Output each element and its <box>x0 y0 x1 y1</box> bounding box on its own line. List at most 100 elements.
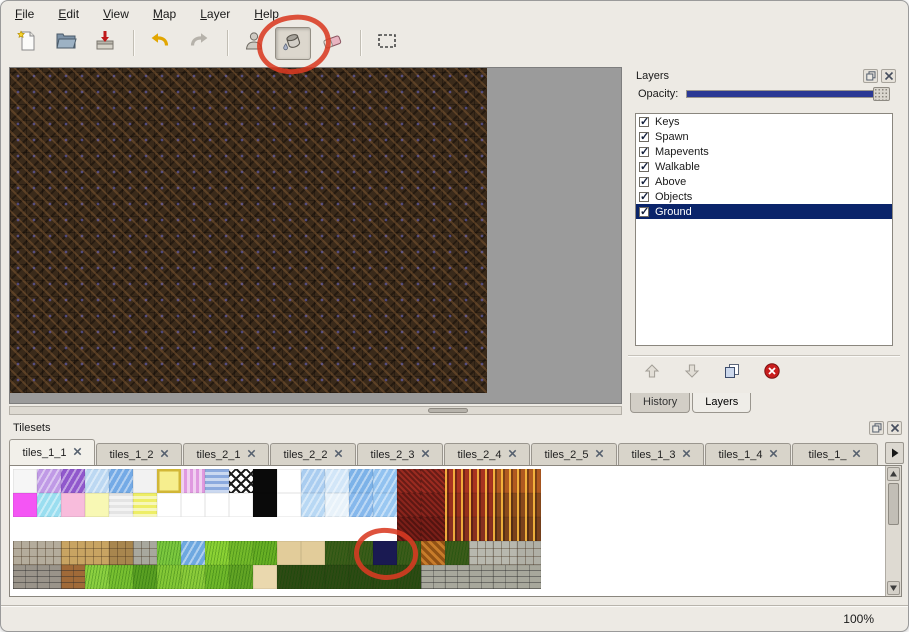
tileset-tab-tiles_2_5[interactable]: tiles_2_5 <box>531 443 617 465</box>
undo-button[interactable] <box>142 27 178 60</box>
tile-3-14[interactable] <box>349 541 373 565</box>
layer-row-objects[interactable]: Objects <box>636 189 892 204</box>
tab-close-icon[interactable] <box>852 449 861 461</box>
tile-0-6[interactable] <box>157 469 181 493</box>
tile-1-10[interactable] <box>253 493 277 517</box>
map-scrollbar-thumb[interactable] <box>428 408 468 413</box>
tile-4-12[interactable] <box>301 565 325 589</box>
tile-4-10[interactable] <box>253 565 277 589</box>
tile-3-2[interactable] <box>61 541 85 565</box>
layer-row-spawn[interactable]: Spawn <box>636 129 892 144</box>
tile-3-17[interactable] <box>421 541 445 565</box>
rect-select-tool-button[interactable] <box>369 27 405 60</box>
tile-1-15[interactable] <box>373 493 397 517</box>
tab-close-icon[interactable] <box>334 449 343 461</box>
map-content[interactable] <box>10 68 487 393</box>
tile-0-21[interactable] <box>517 469 541 493</box>
tile-1-0[interactable] <box>13 493 37 517</box>
tile-1-16[interactable] <box>397 493 421 517</box>
tile-3-1[interactable] <box>37 541 61 565</box>
tile-1-18[interactable] <box>445 493 469 517</box>
tile-1-12[interactable] <box>301 493 325 517</box>
tile-2-18[interactable] <box>445 517 469 541</box>
tile-3-12[interactable] <box>301 541 325 565</box>
tile-1-13[interactable] <box>325 493 349 517</box>
tile-1-1[interactable] <box>37 493 61 517</box>
tileset-tab-tiles_1_1[interactable]: tiles_1_1 <box>9 439 95 465</box>
close-panel-button[interactable] <box>887 421 902 435</box>
menu-map[interactable]: Map <box>153 7 176 21</box>
tile-0-13[interactable] <box>325 469 349 493</box>
tile-4-15[interactable] <box>373 565 397 589</box>
tile-3-8[interactable] <box>205 541 229 565</box>
tile-0-20[interactable] <box>493 469 517 493</box>
tile-0-5[interactable] <box>133 469 157 493</box>
tile-1-17[interactable] <box>421 493 445 517</box>
tile-3-19[interactable] <box>469 541 493 565</box>
tile-2-16[interactable] <box>397 517 421 541</box>
tile-0-17[interactable] <box>421 469 445 493</box>
stamp-tool-button[interactable] <box>236 27 272 60</box>
paint-bucket-tool-button[interactable] <box>275 27 311 60</box>
map-canvas-viewport[interactable] <box>9 67 622 404</box>
tile-4-19[interactable] <box>469 565 493 589</box>
tile-0-18[interactable] <box>445 469 469 493</box>
tile-0-0[interactable] <box>13 469 37 493</box>
layer-visibility-checkbox[interactable] <box>639 117 649 127</box>
scroll-down-button[interactable] <box>887 581 900 595</box>
tile-3-0[interactable] <box>13 541 37 565</box>
tile-0-16[interactable] <box>397 469 421 493</box>
tile-0-9[interactable] <box>229 469 253 493</box>
tile-2-19[interactable] <box>469 517 493 541</box>
map-horizontal-scrollbar[interactable] <box>9 406 622 415</box>
tile-3-3[interactable] <box>85 541 109 565</box>
tile-1-21[interactable] <box>517 493 541 517</box>
tab-close-icon[interactable] <box>160 449 169 461</box>
tile-1-20[interactable] <box>493 493 517 517</box>
tile-4-7[interactable] <box>181 565 205 589</box>
tile-scrollbar-thumb[interactable] <box>888 483 899 525</box>
layer-visibility-checkbox[interactable] <box>639 132 649 142</box>
tile-3-7[interactable] <box>181 541 205 565</box>
layer-visibility-checkbox[interactable] <box>639 147 649 157</box>
layer-visibility-checkbox[interactable] <box>639 192 649 202</box>
opacity-slider[interactable] <box>686 90 888 98</box>
tile-3-4[interactable] <box>109 541 133 565</box>
tileset-tab-tiles_2_4[interactable]: tiles_2_4 <box>444 443 530 465</box>
tile-3-20[interactable] <box>493 541 517 565</box>
tile-1-4[interactable] <box>109 493 133 517</box>
tile-0-8[interactable] <box>205 469 229 493</box>
tile-3-9[interactable] <box>229 541 253 565</box>
tile-vertical-scrollbar[interactable] <box>885 466 901 596</box>
float-panel-button[interactable] <box>869 421 884 435</box>
tile-4-16[interactable] <box>397 565 421 589</box>
tileset-tab-tiles_2_1[interactable]: tiles_2_1 <box>183 443 269 465</box>
layer-visibility-checkbox[interactable] <box>639 162 649 172</box>
menu-view[interactable]: View <box>103 7 129 21</box>
tile-4-1[interactable] <box>37 565 61 589</box>
tile-4-18[interactable] <box>445 565 469 589</box>
tile-1-6[interactable] <box>157 493 181 517</box>
tile-0-14[interactable] <box>349 469 373 493</box>
tileset-tab-tiles_2_3[interactable]: tiles_2_3 <box>357 443 443 465</box>
tile-3-5[interactable] <box>133 541 157 565</box>
tab-close-icon[interactable] <box>769 449 778 461</box>
tile-1-9[interactable] <box>229 493 253 517</box>
layer-row-keys[interactable]: Keys <box>636 114 892 129</box>
menu-layer[interactable]: Layer <box>200 7 230 21</box>
tile-2-21[interactable] <box>517 517 541 541</box>
tile-0-7[interactable] <box>181 469 205 493</box>
tileset-tab-tiles_1_2[interactable]: tiles_1_2 <box>96 443 182 465</box>
tile-3-21[interactable] <box>517 541 541 565</box>
tile-4-11[interactable] <box>277 565 301 589</box>
tileset-tab-tiles_1_3[interactable]: tiles_1_3 <box>618 443 704 465</box>
raise-layer-button[interactable] <box>640 362 664 382</box>
tile-3-18[interactable] <box>445 541 469 565</box>
tab-close-icon[interactable] <box>421 449 430 461</box>
layer-visibility-checkbox[interactable] <box>639 177 649 187</box>
close-panel-button[interactable] <box>881 69 896 83</box>
tile-0-19[interactable] <box>469 469 493 493</box>
tile-4-2[interactable] <box>61 565 85 589</box>
tab-close-icon[interactable] <box>682 449 691 461</box>
tab-close-icon[interactable] <box>73 447 82 459</box>
